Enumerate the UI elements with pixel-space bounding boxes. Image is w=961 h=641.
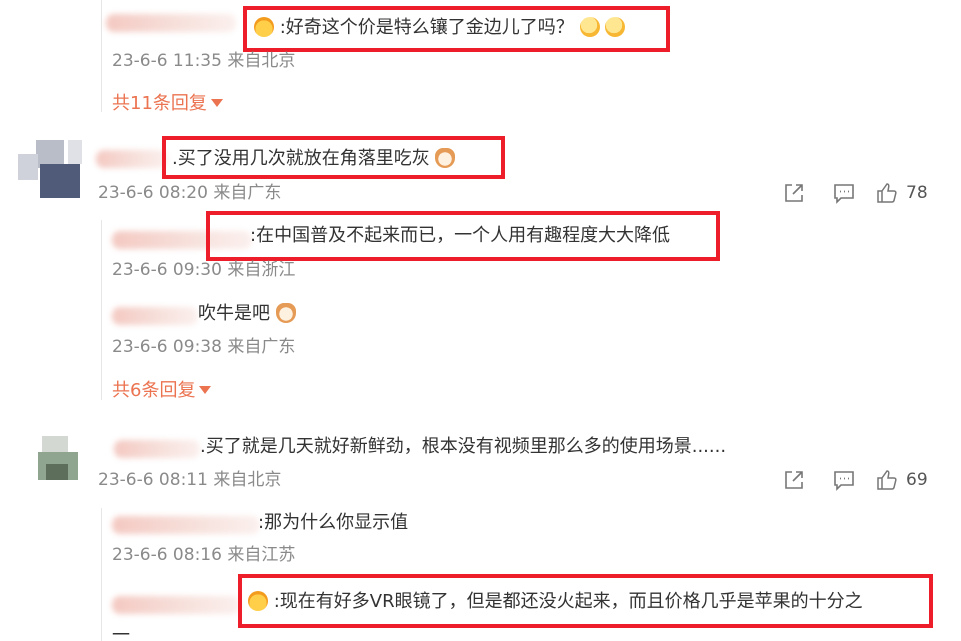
reply-meta: 23-6-6 08:16 来自江苏	[112, 544, 295, 566]
like-button[interactable]: 69	[876, 467, 934, 493]
more-replies-link[interactable]: 共6条回复	[112, 379, 212, 403]
reply-meta: 23-6-6 09:30 来自浙江	[112, 259, 295, 281]
reply-meta: 23-6-6 09:38 来自广东	[112, 336, 295, 358]
caret-down-icon	[210, 99, 223, 107]
comment-location: 来自北京	[227, 51, 296, 71]
share-button[interactable]	[781, 467, 807, 493]
more-replies-label: 共11条回复	[112, 93, 207, 114]
username-redacted	[112, 307, 198, 325]
comment-meta: 23-6-6 08:11 来自北京	[98, 469, 281, 491]
more-replies-label: 共6条回复	[112, 380, 196, 401]
like-button[interactable]: 78	[876, 180, 934, 206]
username-redacted	[96, 150, 168, 168]
username-redacted	[106, 14, 236, 32]
comment-location: 来自广东	[213, 183, 282, 203]
share-icon	[785, 184, 803, 202]
reply-thread-line	[101, 508, 102, 641]
like-count: 69	[906, 470, 928, 490]
reply-time: 23-6-6 09:30	[112, 260, 222, 280]
comment-text: .买了就是几天就好新鲜劲，根本没有视频里那么多的使用场景......	[200, 436, 727, 457]
reply-location: 来自浙江	[227, 260, 296, 280]
comment-button[interactable]	[831, 467, 857, 493]
comment-icon	[834, 184, 854, 204]
username-redacted	[112, 516, 260, 534]
share-button[interactable]	[781, 180, 807, 206]
highlight-box	[162, 136, 505, 179]
highlight-box	[238, 574, 933, 628]
reply-time: 23-6-6 08:16	[112, 545, 222, 565]
highlight-box	[206, 211, 720, 261]
reply-text: :那为什么你显示值	[258, 512, 409, 533]
reply-text: 吹牛是吧	[198, 303, 270, 324]
username-redacted	[114, 440, 200, 458]
reply-time: 23-6-6 09:38	[112, 337, 222, 357]
reply-thread-line	[101, 0, 102, 112]
reply-text-wrap: 一	[112, 625, 130, 641]
comment-meta: 23-6-6 11:35 来自北京	[112, 50, 295, 72]
comment-meta: 23-6-6 08:20 来自广东	[98, 182, 281, 204]
thumbs-up-icon	[877, 183, 897, 203]
comment-time: 23-6-6 08:20	[98, 183, 208, 203]
avatar[interactable]	[30, 436, 94, 500]
like-count: 78	[906, 183, 928, 203]
reply-location: 来自广东	[227, 337, 296, 357]
reply-thread-line	[101, 220, 102, 400]
comment-time: 23-6-6 08:11	[98, 470, 208, 490]
more-replies-link[interactable]: 共11条回复	[112, 92, 223, 116]
reply-location: 来自江苏	[227, 545, 296, 565]
caret-down-icon	[199, 386, 212, 394]
comment-time: 23-6-6 11:35	[112, 51, 222, 71]
username-redacted	[112, 596, 240, 614]
comment-location: 来自北京	[213, 470, 282, 490]
share-icon	[785, 471, 803, 489]
reply-row: 吹牛是吧	[198, 302, 296, 326]
thumbs-up-icon	[877, 470, 897, 490]
comment-icon	[834, 471, 854, 491]
avatar[interactable]	[18, 138, 82, 202]
highlight-box	[243, 6, 670, 52]
comment-button[interactable]	[831, 180, 857, 206]
cat-emoji-icon	[275, 303, 296, 323]
